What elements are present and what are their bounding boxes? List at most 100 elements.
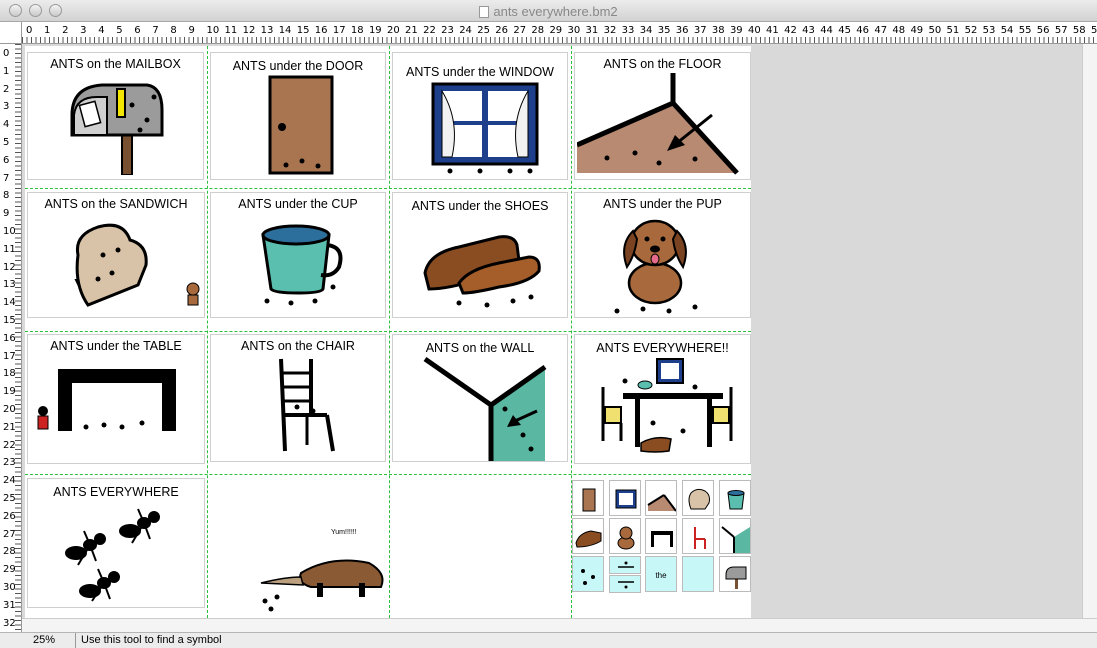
ruler-top-label: 39: [729, 25, 743, 36]
cell-sandwich-title: ANTS on the SANDWICH: [44, 197, 188, 211]
ruler-top-label: 53: [982, 25, 996, 36]
cell-floor[interactable]: ANTS on the FLOOR: [574, 52, 751, 180]
mini-cell-mailbox[interactable]: [719, 556, 751, 592]
ruler-top-label: 55: [1018, 25, 1032, 36]
vertical-ruler: 0 1 2 3 4 5 6 7 8 9 10 11 12 13 14 15 16 17 18 19 20 21 22 23 24…: [0, 44, 22, 632]
ruler-left-label: 8: [3, 190, 10, 202]
ruler-left-label: 12: [3, 261, 16, 273]
zoom-level[interactable]: 25%: [33, 634, 55, 646]
ruler-top-label: 58: [1072, 25, 1086, 36]
ruler-top-label: 19: [368, 25, 382, 36]
mini-cell-under[interactable]: [609, 575, 641, 593]
ruler-top-label: 18: [350, 25, 364, 36]
mini-cell-blank[interactable]: [682, 556, 714, 592]
ruler-top-label: 42: [784, 25, 797, 36]
cell-mailbox[interactable]: ANTS on the MAILBOX: [27, 52, 204, 180]
ruler-left-label: 9: [3, 208, 10, 220]
cell-window[interactable]: ANTS under the WINDOW: [392, 52, 568, 180]
ruler-top-label: 41: [766, 25, 779, 36]
cell-everywhere-title: ANTS EVERYWHERE: [53, 485, 179, 499]
vertical-ruler-ticks: [15, 44, 21, 632]
ruler-top-label: 37: [693, 25, 707, 36]
ruler-top-label: 21: [405, 25, 418, 36]
cell-sandwich[interactable]: ANTS on the SANDWICH: [27, 192, 205, 318]
ruler-left-label: 19: [3, 386, 16, 398]
ruler-top-label: 35: [657, 25, 671, 36]
ruler-corner: [0, 22, 22, 44]
cell-door[interactable]: ANTS under the DOOR: [210, 52, 386, 180]
board-page[interactable]: ANTS on the MAILBOX ANTS under the DOOR …: [25, 46, 751, 618]
mailbox-icon: [725, 566, 747, 589]
cell-anteater[interactable]: Yum!!!!!!: [210, 478, 388, 616]
mini-cell-sandwich[interactable]: [682, 480, 714, 516]
ruler-left-label: 22: [3, 439, 16, 451]
cell-everywhere[interactable]: ANTS EVERYWHERE: [27, 478, 205, 608]
under-icon: [618, 581, 634, 589]
ruler-left-label: 0: [3, 48, 10, 59]
mini-cell-shoes[interactable]: [572, 518, 604, 554]
door-icon: [582, 488, 596, 512]
ant-character-icon: [37, 406, 49, 430]
cell-chair-title: ANTS on the CHAIR: [241, 339, 355, 353]
ruler-left-label: 2: [3, 83, 10, 95]
ruler-top-label: 30: [567, 25, 581, 36]
anteater-icon: [260, 559, 384, 612]
ruler-left-label: 26: [3, 510, 16, 522]
mini-cell-the-label: the: [655, 571, 667, 580]
ruler-left-label: 17: [3, 350, 16, 362]
ruler-top-label: 15: [296, 25, 310, 36]
ruler-left-label: 7: [3, 172, 10, 184]
ruler-top-label: 7: [152, 25, 159, 36]
ruler-top-label: 52: [964, 25, 978, 36]
window-title-text: ants everywhere.bm2: [493, 4, 618, 19]
mini-cell-on[interactable]: [609, 556, 641, 574]
ruler-left-label: 18: [3, 368, 16, 380]
document-icon: [479, 6, 490, 18]
canvas-area[interactable]: ANTS on the MAILBOX ANTS under the DOOR …: [22, 44, 1082, 618]
ruler-top-label: 5: [116, 25, 123, 36]
cell-everywhere-2[interactable]: ANTS EVERYWHERE!!: [574, 334, 751, 464]
ruler-left-label: 25: [3, 493, 16, 504]
cell-pup[interactable]: ANTS under the PUP: [574, 192, 751, 318]
cell-shoes[interactable]: ANTS under the SHOES: [392, 192, 568, 318]
chair-icon: [279, 358, 335, 452]
mini-cell-window[interactable]: [609, 480, 641, 516]
mini-cell-cup[interactable]: [719, 480, 751, 516]
mini-cell-pup[interactable]: [609, 518, 641, 554]
horizontal-scrollbar[interactable]: [22, 618, 1097, 632]
ruler-left-label: 32: [3, 617, 16, 629]
vertical-scrollbar[interactable]: [1082, 44, 1097, 618]
ruler-top-label: 28: [531, 25, 545, 36]
ruler-top-label: 10: [206, 25, 220, 36]
cell-cup[interactable]: ANTS under the CUP: [210, 192, 386, 318]
status-separator: [75, 633, 76, 648]
mini-cell-the[interactable]: the: [645, 556, 677, 592]
cell-pup-title: ANTS under the PUP: [603, 197, 722, 211]
ruler-top-label: 56: [1036, 25, 1050, 36]
mini-cell-chair[interactable]: [682, 518, 714, 554]
ant-icon: [65, 508, 160, 602]
cell-wall[interactable]: ANTS on the WALL: [392, 334, 568, 462]
chair-icon: [694, 527, 706, 549]
mini-cell-floor[interactable]: [645, 480, 677, 516]
mini-cell-wall[interactable]: [719, 518, 751, 554]
cell-chair[interactable]: ANTS on the CHAIR: [210, 334, 386, 462]
cell-table[interactable]: ANTS under the TABLE: [27, 334, 205, 464]
pup-icon: [614, 219, 698, 314]
mini-cell-door[interactable]: [572, 480, 604, 516]
floor-icon: [577, 73, 739, 175]
ruler-top-label: 16: [314, 25, 328, 36]
guide-line-vertical-1: [207, 46, 208, 618]
window-title: ants everywhere.bm2: [0, 4, 1097, 19]
wall-icon: [423, 356, 547, 461]
mini-cell-table[interactable]: [645, 518, 677, 554]
ruler-top-label: 31: [585, 25, 599, 36]
yum-caption: Yum!!!!!!: [331, 529, 357, 536]
cell-window-title: ANTS under the WINDOW: [406, 65, 554, 79]
mini-cell-ants[interactable]: [572, 556, 604, 592]
ruler-left-label: 21: [3, 421, 16, 433]
ruler-top-label: 54: [1000, 25, 1014, 36]
ruler-top-label: 4: [98, 25, 105, 36]
ruler-top-label: 14: [278, 25, 292, 36]
wall-icon: [721, 526, 750, 553]
